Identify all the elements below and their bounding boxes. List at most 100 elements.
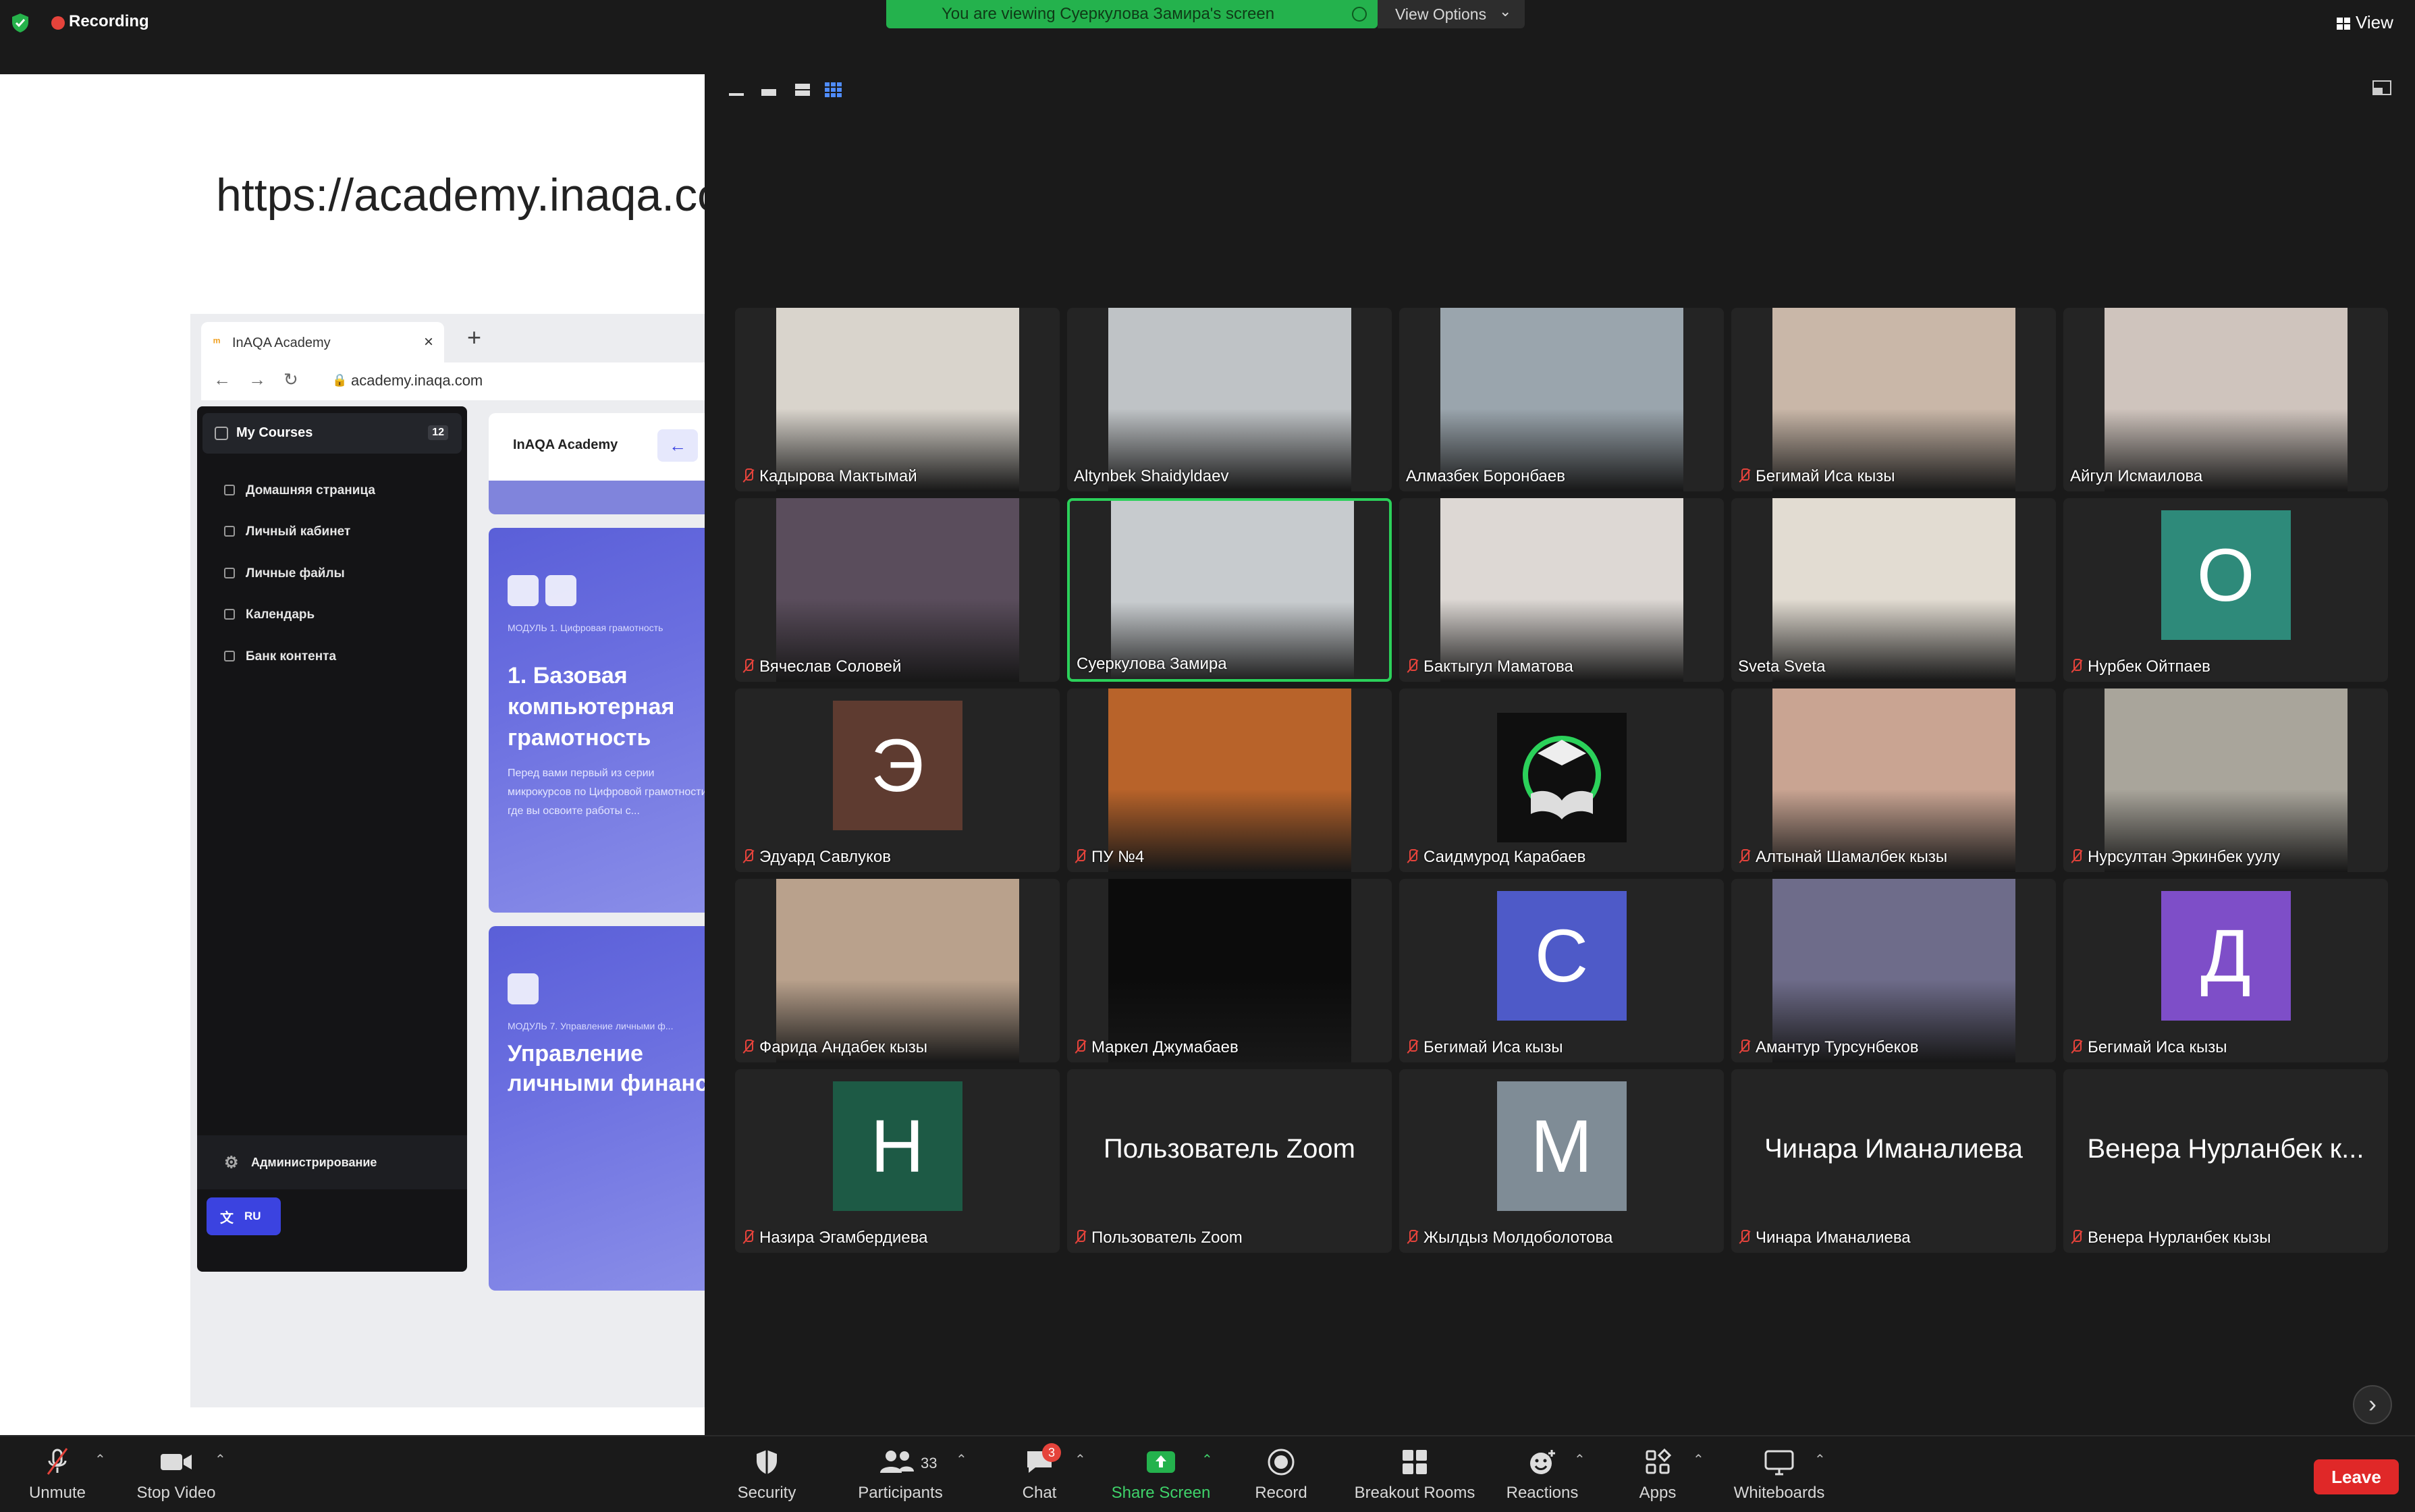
participant-video — [1108, 688, 1351, 872]
participant-video — [776, 308, 1019, 491]
participant-tile[interactable]: Амантур Турсунбеков — [1731, 879, 2056, 1062]
mic-muted-icon — [1738, 1040, 1750, 1054]
file-icon — [224, 568, 235, 578]
participant-tile[interactable]: Алтынай Шамалбек кызы — [1731, 688, 2056, 872]
participant-tile[interactable]: Айгул Исмаилова — [2063, 308, 2388, 491]
breakout-rooms-label: Breakout Rooms — [1354, 1484, 1475, 1502]
participant-tile[interactable]: О Нурбек Ойтпаев — [2063, 498, 2388, 682]
academy-logo-text: InAQA Academy — [513, 437, 618, 452]
folder-icon — [224, 651, 235, 662]
participant-tile[interactable]: Altynbek Shaidyldaev — [1067, 308, 1392, 491]
side-layout-icon[interactable] — [795, 84, 810, 89]
participant-tile[interactable]: Д Бегимай Иса кызы — [2063, 879, 2388, 1062]
calendar-icon — [224, 609, 235, 620]
user-icon — [224, 526, 235, 537]
participant-name: Фарида Андабек кызы — [742, 1038, 927, 1057]
leave-button[interactable]: Leave — [2314, 1459, 2399, 1494]
chevron-up-icon[interactable]: ⌃ — [215, 1451, 226, 1468]
course-icon — [545, 575, 576, 606]
sidebar-item-cabinet: Личный кабинет — [224, 524, 350, 539]
course-title-line: компьютерная — [508, 694, 675, 720]
participant-tile[interactable]: Фарида Андабек кызы — [735, 879, 1060, 1062]
participant-tile[interactable]: Маркел Джумабаев — [1067, 879, 1392, 1062]
participant-tile[interactable]: Вячеслав Соловей — [735, 498, 1060, 682]
share-screen-button[interactable]: Share Screen — [1107, 1443, 1215, 1503]
chevron-up-icon[interactable]: ⌃ — [94, 1451, 106, 1468]
participants-button[interactable]: Participants — [853, 1443, 948, 1503]
participant-video — [1772, 688, 2015, 872]
participant-name-text: Саидмурод Карабаев — [1423, 848, 1586, 866]
chevron-up-icon[interactable]: ⌃ — [1075, 1451, 1086, 1468]
participant-tile[interactable]: Венера Нурланбек к... Венера Нурланбек кы… — [2063, 1069, 2388, 1253]
record-button[interactable]: Record — [1247, 1443, 1315, 1503]
participant-tile[interactable]: Саидмурод Карабаев — [1399, 688, 1724, 872]
mic-muted-icon — [742, 1040, 754, 1054]
gallery-layout-icon[interactable] — [825, 82, 842, 97]
mic-muted-icon — [2070, 849, 2082, 864]
language-label: RU — [244, 1210, 261, 1222]
sidebar-item-files: Личные файлы — [224, 566, 345, 581]
participant-tile[interactable]: М Жылдыз Молдоболотова — [1399, 1069, 1724, 1253]
participant-name-text: Алтынай Шамалбек кызы — [1756, 848, 1948, 866]
participant-tile[interactable]: Алмазбек Боронбаев — [1399, 308, 1724, 491]
chat-label: Chat — [1022, 1484, 1057, 1502]
shared-browser-window: ᵐ InAQA Academy × + ← → ↻ 🔒 academy.inaq… — [190, 314, 705, 1407]
recording-label: Recording — [69, 12, 149, 30]
participant-tile[interactable]: Суеркулова Замира — [1067, 498, 1392, 682]
participant-tile[interactable]: Кадырова Мактымай — [735, 308, 1060, 491]
participant-tile[interactable]: С Бегимай Иса кызы — [1399, 879, 1724, 1062]
reactions-button[interactable]: Reactions — [1505, 1443, 1579, 1503]
participant-video — [1108, 308, 1351, 491]
layout-switcher[interactable] — [728, 81, 849, 101]
sidebar-item-admin: ⚙ Администрирование — [197, 1135, 467, 1189]
chevron-up-icon[interactable]: ⌃ — [1574, 1451, 1585, 1468]
participants-label: Participants — [858, 1484, 943, 1502]
participant-name: Нурбек Ойтпаев — [2070, 657, 2210, 676]
participant-tile[interactable]: ПУ №4 — [1067, 688, 1392, 872]
participant-tile[interactable]: Н Назира Эгамбердиева — [735, 1069, 1060, 1253]
chevron-up-icon[interactable]: ⌃ — [1693, 1451, 1704, 1468]
chevron-up-icon[interactable]: ⌃ — [1201, 1451, 1213, 1468]
chat-button[interactable]: Chat — [1006, 1443, 1073, 1503]
unmute-button[interactable]: Unmute — [20, 1443, 94, 1503]
participant-name-text: Altynbek Shaidyldaev — [1074, 467, 1229, 485]
chat-bubble-icon — [1006, 1443, 1073, 1481]
apps-label: Apps — [1639, 1484, 1677, 1502]
next-page-arrow-icon[interactable]: › — [2353, 1385, 2392, 1424]
participant-tile[interactable]: Бегимай Иса кызы — [1731, 308, 2056, 491]
top-bar: Recording You are viewing Суеркулова Зам… — [0, 0, 2415, 74]
participant-tile[interactable]: Э Эдуард Савлуков — [735, 688, 1060, 872]
participant-tile[interactable]: Sveta Sveta — [1731, 498, 2056, 682]
view-button[interactable]: View — [2337, 12, 2393, 33]
participant-tile[interactable]: Нурсултан Эркинбек уулу — [2063, 688, 2388, 872]
participant-name-text: Амантур Турсунбеков — [1756, 1038, 1919, 1056]
participant-tile[interactable]: Бактыгул Маматова — [1399, 498, 1724, 682]
whiteboards-label: Whiteboards — [1733, 1484, 1825, 1502]
shield-check-icon[interactable] — [9, 12, 31, 34]
strip-layout-icon[interactable] — [761, 89, 776, 96]
circle-icon — [1352, 7, 1367, 22]
participant-avatar: Д — [2161, 891, 2291, 1021]
address-bar: ← → ↻ 🔒 academy.inaqa.com — [201, 362, 705, 400]
participant-name-text: Бегимай Иса кызы — [1423, 1038, 1563, 1056]
participant-avatar: М — [1496, 1081, 1627, 1211]
participant-name-text: Назира Эгамбердиева — [759, 1228, 928, 1247]
minimize-view-icon[interactable] — [2372, 80, 2392, 97]
participant-tile[interactable]: Чинара Иманалиева Чинара Иманалиева — [1731, 1069, 2056, 1253]
chevron-up-icon[interactable]: ⌃ — [956, 1451, 967, 1468]
chevron-up-icon[interactable]: ⌃ — [1814, 1451, 1826, 1468]
browser-tab-title: InAQA Academy — [232, 335, 331, 350]
security-button[interactable]: Security — [733, 1443, 801, 1503]
participant-name-text: ПУ №4 — [1091, 848, 1145, 866]
speaker-layout-icon[interactable] — [729, 93, 744, 96]
apps-button[interactable]: Apps — [1624, 1443, 1691, 1503]
participant-tile[interactable]: Пользователь Zoom Пользователь Zoom — [1067, 1069, 1392, 1253]
view-options-button[interactable]: View Options ⌄ — [1378, 0, 1525, 28]
participant-name: Жылдыз Молдоболотова — [1406, 1228, 1612, 1247]
stop-video-button[interactable]: Stop Video — [132, 1443, 220, 1503]
academy-logo-card: InAQA Academy ← — [489, 413, 705, 514]
my-courses-count: 12 — [428, 425, 448, 440]
breakout-rooms-button[interactable]: Breakout Rooms — [1347, 1443, 1482, 1503]
viewing-screen-text: You are viewing Суеркулова Замира's scre… — [942, 5, 1275, 23]
participant-display-name: Венера Нурланбек к... — [2087, 1134, 2364, 1164]
